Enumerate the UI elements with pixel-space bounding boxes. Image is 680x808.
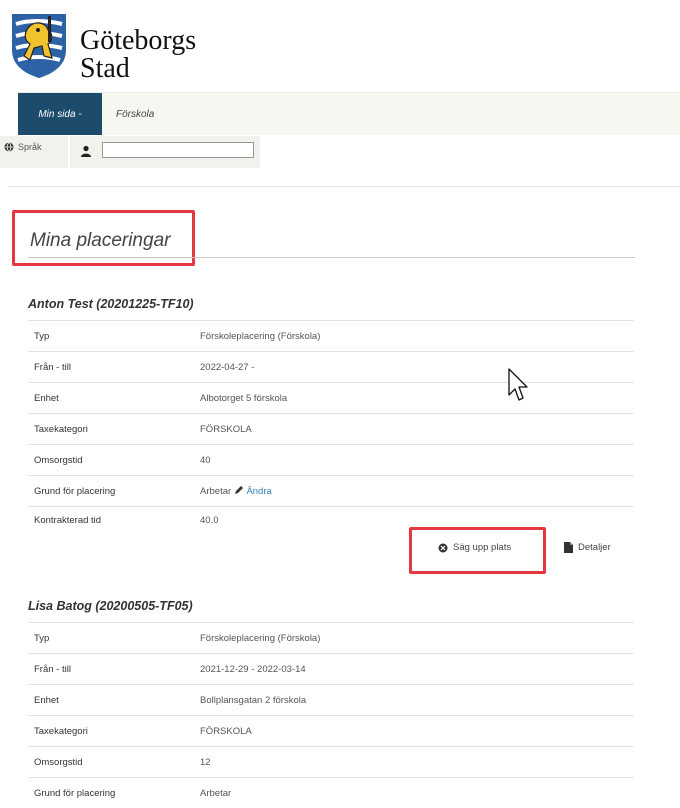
row-label: Kontrakterad tid	[28, 507, 194, 546]
details-label: Detaljer	[578, 542, 611, 553]
row-label: Omsorgstid	[28, 445, 194, 476]
document-icon	[564, 542, 573, 553]
terminate-placement-button[interactable]: Säg upp plats	[438, 542, 511, 553]
row-label: Enhet	[28, 685, 194, 716]
row-label: Grund för placering	[28, 778, 194, 808]
row-value: Arbetar Ändra	[194, 476, 634, 507]
row-label: Enhet	[28, 383, 194, 414]
logo-line-2: Stad	[80, 55, 196, 83]
row-label: Grund för placering	[28, 476, 194, 507]
row-value: Bollplansgatan 2 förskola	[194, 685, 634, 716]
nav-item-forskola[interactable]: Förskola	[116, 93, 154, 135]
row-value: 12	[194, 747, 634, 778]
row-value: Förskoleplacering (Förskola)	[194, 623, 634, 654]
row-label: Från - till	[28, 654, 194, 685]
row-label: Omsorgstid	[28, 747, 194, 778]
row-label: Från - till	[28, 352, 194, 383]
details-button[interactable]: Detaljer	[564, 542, 611, 553]
row-value: 2022-04-27 -	[194, 352, 634, 383]
row-value: 40	[194, 445, 634, 476]
table-row: Typ Förskoleplacering (Förskola)	[28, 623, 634, 654]
city-crest-logo	[8, 10, 70, 80]
row-label: Taxekategori	[28, 414, 194, 445]
placement-title: Anton Test (20201225-TF10)	[28, 297, 194, 311]
table-row: Enhet Albotorget 5 förskola	[28, 383, 634, 414]
row-label: Typ	[28, 321, 194, 352]
row-value: FÖRSKOLA	[194, 414, 634, 445]
pencil-icon[interactable]	[234, 485, 244, 495]
user-input[interactable]	[102, 142, 254, 158]
main-navbar: Min sida - Förskola	[18, 92, 680, 135]
row-value: 2021-12-29 - 2022-03-14	[194, 654, 634, 685]
row-label: Typ	[28, 623, 194, 654]
terminate-label: Säg upp plats	[453, 542, 511, 553]
globe-icon	[4, 142, 14, 152]
table-row: Grund för placering Arbetar	[28, 778, 634, 808]
row-label: Taxekategori	[28, 716, 194, 747]
row-value: Albotorget 5 förskola	[194, 383, 634, 414]
mouse-pointer-icon	[508, 368, 530, 404]
language-selector[interactable]: Språk	[4, 142, 42, 152]
table-row: Taxekategori FÖRSKOLA	[28, 716, 634, 747]
circle-x-icon	[438, 543, 448, 553]
row-value: FÖRSKOLA	[194, 716, 634, 747]
nav-item-min-sida[interactable]: Min sida -	[18, 93, 102, 135]
table-row: Taxekategori FÖRSKOLA	[28, 414, 634, 445]
page-title: Mina placeringar	[30, 230, 170, 252]
edit-link[interactable]: Ändra	[246, 486, 271, 497]
logo-wordmark: Göteborgs Stad	[80, 27, 196, 83]
placement-details-table: Typ Förskoleplacering (Förskola) Från - …	[28, 622, 634, 808]
language-label: Språk	[18, 142, 42, 152]
table-row: Omsorgstid 12	[28, 747, 634, 778]
row-value: Arbetar	[194, 778, 634, 808]
table-row: Omsorgstid 40	[28, 445, 634, 476]
row-value: Förskoleplacering (Förskola)	[194, 321, 634, 352]
table-row: Enhet Bollplansgatan 2 förskola	[28, 685, 634, 716]
placement-title: Lisa Batog (20200505-TF05)	[28, 599, 193, 613]
table-row: Grund för placering Arbetar Ändra	[28, 476, 634, 507]
table-row: Typ Förskoleplacering (Förskola)	[28, 321, 634, 352]
user-icon	[80, 145, 92, 157]
heading-underline	[28, 257, 635, 258]
table-row: Från - till 2021-12-29 - 2022-03-14	[28, 654, 634, 685]
logo-line-1: Göteborgs	[80, 27, 196, 55]
table-row: Från - till 2022-04-27 -	[28, 352, 634, 383]
language-box	[0, 136, 68, 168]
grund-value: Arbetar	[200, 486, 231, 497]
placement-details-table: Typ Förskoleplacering (Förskola) Från - …	[28, 320, 634, 545]
utility-toolbar: Språk	[0, 136, 680, 170]
content-divider	[8, 186, 680, 187]
